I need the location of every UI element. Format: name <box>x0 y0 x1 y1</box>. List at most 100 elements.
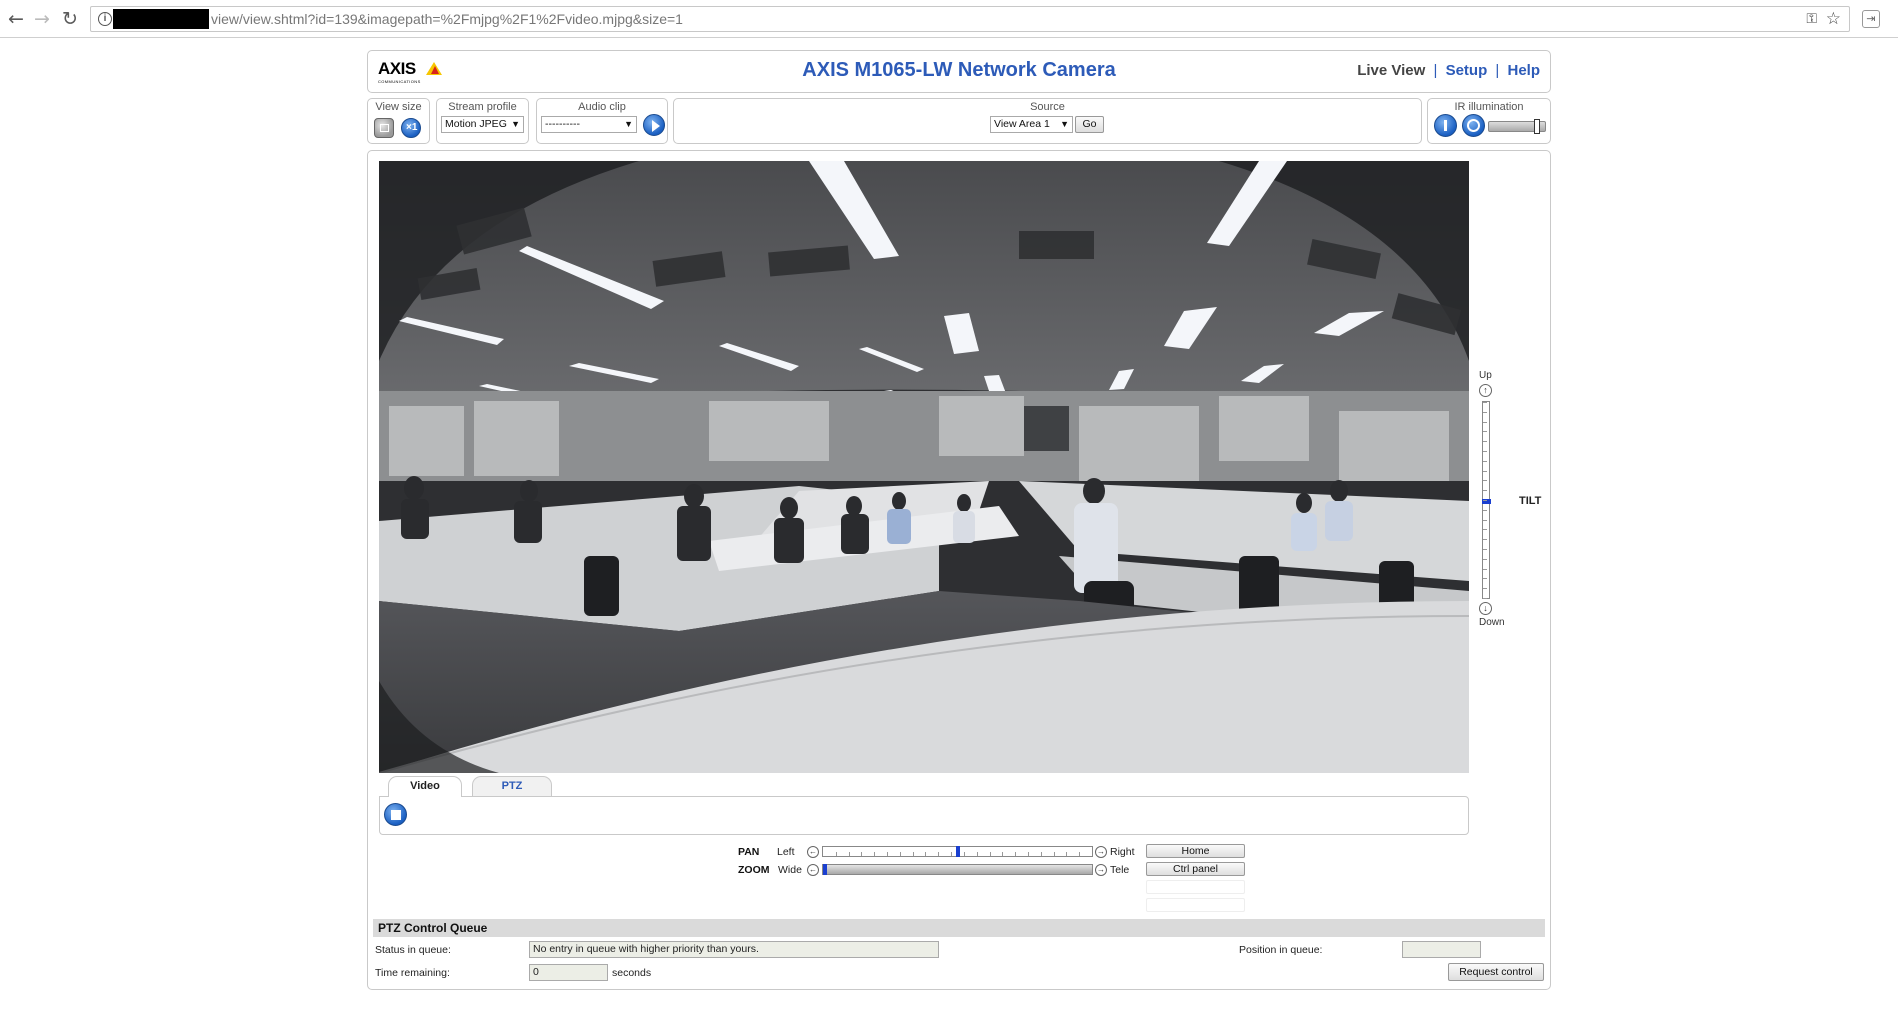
extension-icon[interactable]: ⇥ <box>1862 10 1880 28</box>
live-video-feed[interactable] <box>379 161 1469 773</box>
power-icon <box>1444 120 1447 131</box>
reload-icon[interactable]: ↻ <box>60 9 80 29</box>
pan-tick <box>874 852 875 856</box>
top-nav: Live View | Setup | Help <box>1357 62 1540 79</box>
nav-separator: | <box>1495 62 1500 79</box>
pan-tick <box>861 852 862 856</box>
ir-toggle-button[interactable] <box>1434 114 1457 137</box>
tab-ptz[interactable]: PTZ <box>472 776 552 796</box>
forward-arrow-icon[interactable]: → <box>32 9 52 29</box>
pan-right-arrow-icon[interactable]: → <box>1095 846 1107 858</box>
zoom-wide-label: Wide <box>778 864 802 876</box>
zoom-tele-arrow-icon[interactable]: → <box>1095 864 1107 876</box>
browser-toolbar: ← → ↻ i view/view.shtml?id=139&imagepath… <box>0 0 1898 38</box>
zoom-slider-track[interactable] <box>822 864 1093 875</box>
pan-slider-thumb[interactable] <box>956 846 960 857</box>
empty-preset-slot <box>1146 880 1245 894</box>
audio-clip-select[interactable]: ---------- ▼ <box>541 116 637 133</box>
nav-setup[interactable]: Setup <box>1446 62 1488 79</box>
tilt-tick <box>1483 569 1487 570</box>
time-remaining-field: 0 <box>529 964 608 981</box>
stream-profile-select[interactable]: Motion JPEG ▼ <box>441 116 524 133</box>
source-value: View Area 1 <box>994 118 1050 130</box>
home-button[interactable]: Home <box>1146 844 1245 858</box>
queue-status-field: No entry in queue with higher priority t… <box>529 941 939 958</box>
dropdown-arrow-icon: ▼ <box>624 119 633 129</box>
pan-left-arrow-icon[interactable]: ← <box>807 846 819 858</box>
pan-tick <box>938 852 939 856</box>
tilt-tick <box>1483 559 1487 560</box>
tilt-tick <box>1483 422 1487 423</box>
tilt-tick <box>1483 461 1487 462</box>
nav-separator: | <box>1433 62 1438 79</box>
pan-tick <box>900 852 901 856</box>
pan-tick <box>913 852 914 856</box>
ir-illumination-group: IR illumination <box>1427 98 1551 144</box>
tilt-tick <box>1483 500 1487 501</box>
tilt-tick <box>1483 598 1487 599</box>
pan-tick <box>887 852 888 856</box>
go-button[interactable]: Go <box>1075 116 1104 133</box>
ir-slider-thumb[interactable] <box>1534 119 1540 134</box>
pan-right-label: Right <box>1110 846 1135 858</box>
queue-position-field <box>1402 941 1481 958</box>
source-label: Source <box>1030 101 1065 113</box>
ir-illumination-label: IR illumination <box>1454 101 1524 113</box>
tilt-tick <box>1483 402 1487 403</box>
audio-clip-label: Audio clip <box>578 101 626 113</box>
pan-slider-track[interactable] <box>822 846 1093 857</box>
stop-icon <box>391 810 401 820</box>
video-frame-image <box>379 161 1469 773</box>
back-arrow-icon[interactable]: ← <box>6 9 26 29</box>
fit-size-button[interactable] <box>374 118 394 138</box>
empty-preset-slot <box>1146 898 1245 912</box>
tilt-tick <box>1483 520 1487 521</box>
pan-tick <box>925 852 926 856</box>
main-panel: Up ↑ ↓ Down TILT Video PTZ PAN Left ← → … <box>367 150 1551 990</box>
x1-icon: ×1 <box>406 122 418 133</box>
stop-video-button[interactable] <box>384 803 407 826</box>
tilt-down-label: Down <box>1479 617 1505 628</box>
ctrl-panel-button[interactable]: Ctrl panel <box>1146 862 1245 876</box>
tilt-down-arrow-icon[interactable]: ↓ <box>1479 602 1492 615</box>
zoom-slider-thumb[interactable] <box>823 864 827 875</box>
tilt-tick <box>1483 431 1487 432</box>
pan-left-label: Left <box>777 846 795 858</box>
view-size-group: View size ×1 <box>367 98 430 144</box>
pan-tick <box>990 852 991 856</box>
pan-tick <box>1079 852 1080 856</box>
bookmark-star-icon[interactable]: ☆ <box>1826 9 1841 29</box>
ir-auto-button[interactable] <box>1462 114 1485 137</box>
tilt-tick <box>1483 480 1487 481</box>
address-bar[interactable]: i view/view.shtml?id=139&imagepath=%2Fmj… <box>90 6 1850 32</box>
pan-tick <box>1015 852 1016 856</box>
tilt-tick <box>1483 490 1487 491</box>
pan-tick <box>1028 852 1029 856</box>
play-audio-button[interactable] <box>643 114 665 136</box>
tab-video[interactable]: Video <box>388 776 462 797</box>
tilt-up-label: Up <box>1479 370 1492 381</box>
pan-tick <box>836 852 837 856</box>
stream-profile-group: Stream profile Motion JPEG ▼ <box>436 98 529 144</box>
queue-status-label: Status in queue: <box>375 944 451 956</box>
info-icon[interactable]: i <box>98 12 112 26</box>
full-size-button[interactable]: ×1 <box>401 118 421 138</box>
source-group: Source View Area 1 ▼ Go <box>673 98 1422 144</box>
key-icon[interactable]: ⚿ <box>1806 10 1817 27</box>
tilt-slider-track[interactable] <box>1482 401 1491 599</box>
tilt-tick <box>1483 588 1487 589</box>
audio-clip-group: Audio clip ---------- ▼ <box>536 98 668 144</box>
nav-help[interactable]: Help <box>1507 62 1540 79</box>
dropdown-arrow-icon: ▼ <box>511 119 520 129</box>
tilt-up-arrow-icon[interactable]: ↑ <box>1479 384 1492 397</box>
url-text[interactable]: view/view.shtml?id=139&imagepath=%2Fmjpg… <box>211 11 683 27</box>
tilt-tick <box>1483 578 1487 579</box>
nav-live-view[interactable]: Live View <box>1357 62 1425 79</box>
ir-intensity-slider[interactable] <box>1488 119 1546 134</box>
tilt-control: Up ↑ ↓ Down TILT <box>1479 370 1541 630</box>
request-control-button[interactable]: Request control <box>1448 963 1544 981</box>
source-select[interactable]: View Area 1 ▼ <box>990 116 1073 133</box>
pan-tick <box>977 852 978 856</box>
zoom-wide-arrow-icon[interactable]: ← <box>807 864 819 876</box>
stream-profile-label: Stream profile <box>448 101 517 113</box>
